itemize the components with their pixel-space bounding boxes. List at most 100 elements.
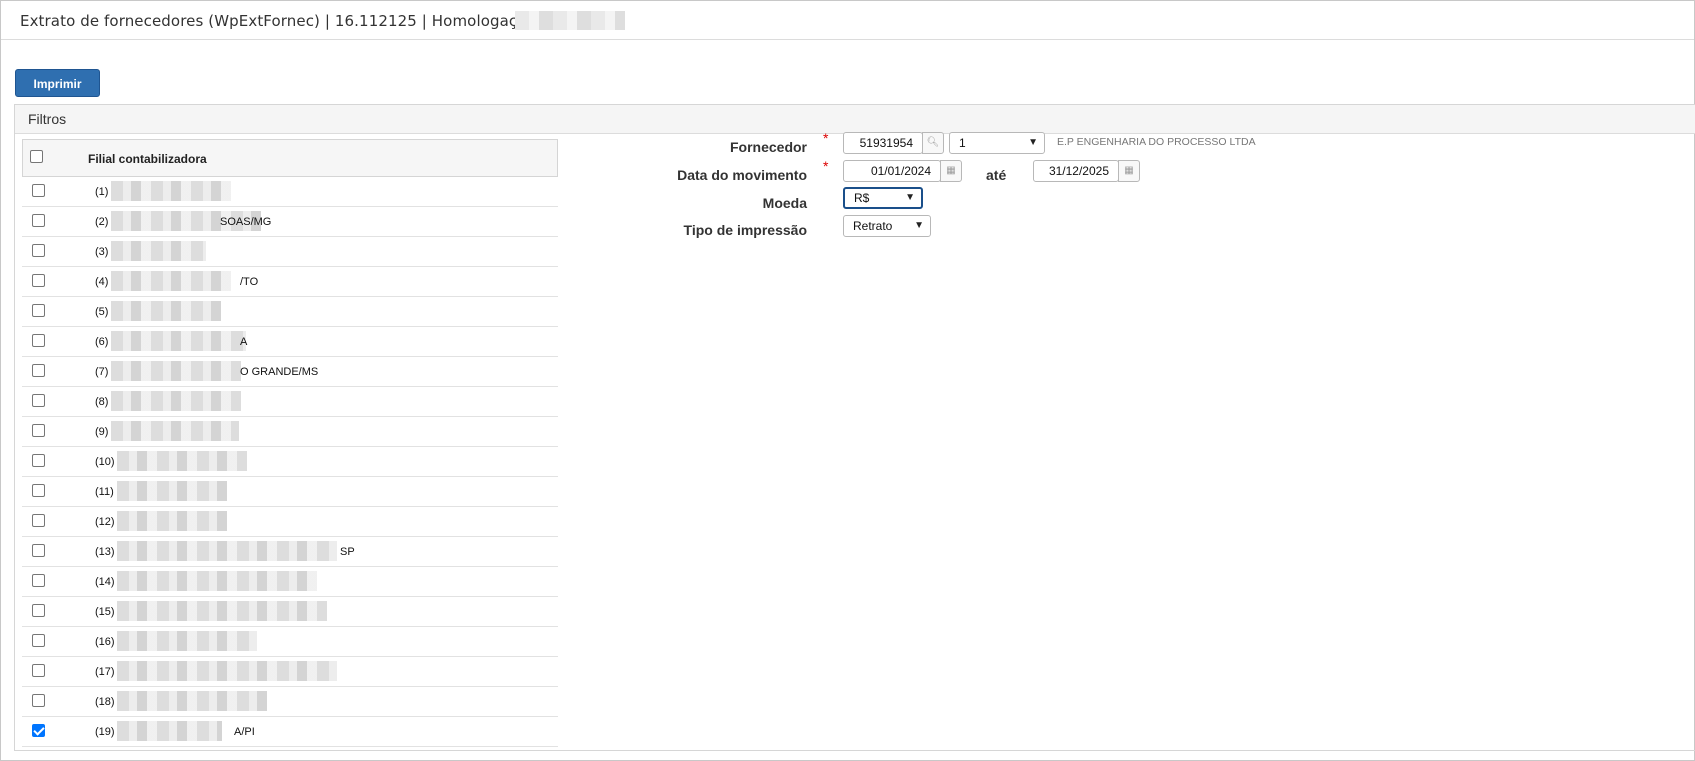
redacted-branch-name — [117, 571, 317, 591]
row-checkbox[interactable] — [32, 694, 45, 707]
grid-row[interactable]: (15) — [22, 597, 558, 627]
redacted-branch-name — [117, 541, 337, 561]
select-all-checkbox[interactable] — [30, 150, 43, 163]
redacted-branch-name — [111, 331, 246, 351]
row-number: (1) — [95, 186, 109, 198]
window-frame: Extrato de fornecedores (WpExtFornec) | … — [0, 0, 1695, 761]
print-button[interactable]: Imprimir — [15, 69, 100, 97]
row-number: (7) — [95, 366, 109, 378]
tipo-impressao-value: Retrato — [853, 219, 893, 233]
redacted-branch-name — [111, 421, 239, 441]
data-from-calendar-button[interactable]: ▦ — [940, 160, 962, 182]
redacted-branch-name — [117, 511, 227, 531]
redacted-branch-name — [111, 181, 231, 201]
row-number: (18) — [95, 696, 115, 708]
row-number: (16) — [95, 636, 115, 648]
redacted-branch-name — [117, 481, 227, 501]
row-number: (6) — [95, 336, 109, 348]
row-label-tail: A — [240, 336, 248, 348]
grid-row[interactable]: (8) — [22, 387, 558, 417]
grid-row[interactable]: (3) — [22, 237, 558, 267]
row-number: (13) — [95, 546, 115, 558]
row-number: (4) — [95, 276, 109, 288]
row-checkbox[interactable] — [32, 214, 45, 227]
grid-row[interactable]: (11) — [22, 477, 558, 507]
grid-row[interactable]: (6) A — [22, 327, 558, 357]
grid-row[interactable]: (17) — [22, 657, 558, 687]
grid-body: (1) (2) SOAS/MG (3) (4) /TO (5) (6) A (7) O GRANDE… — [22, 177, 558, 747]
redacted-environment — [515, 11, 625, 30]
row-checkbox[interactable] — [32, 634, 45, 647]
grid-row[interactable]: (18) — [22, 687, 558, 717]
row-number: (12) — [95, 516, 115, 528]
chevron-down-icon: ▼ — [1028, 137, 1038, 148]
moeda-label: Moeda — [762, 195, 807, 211]
grid-row[interactable]: (9) — [22, 417, 558, 447]
row-checkbox[interactable] — [32, 394, 45, 407]
data-movimento-label: Data do movimento — [677, 167, 807, 183]
grid-row[interactable]: (19) A/PI — [22, 717, 558, 747]
redacted-branch-name — [117, 721, 222, 741]
row-checkbox[interactable] — [32, 514, 45, 527]
row-checkbox[interactable] — [32, 604, 45, 617]
redacted-branch-name — [111, 241, 206, 261]
row-checkbox[interactable] — [32, 364, 45, 377]
redacted-branch-name — [111, 271, 231, 291]
grid-header: Filial contabilizadora — [22, 139, 558, 177]
redacted-branch-name — [117, 691, 267, 711]
row-number: (9) — [95, 426, 109, 438]
filters-panel: Filtros Filial contabilizadora (1) (2) SOA… — [14, 104, 1695, 751]
calendar-icon: ▦ — [1124, 165, 1134, 176]
grid-row[interactable]: (4) /TO — [22, 267, 558, 297]
grid-row[interactable]: (16) — [22, 627, 558, 657]
grid-row[interactable]: (13) SP — [22, 537, 558, 567]
row-number: (10) — [95, 456, 115, 468]
grid-row[interactable]: (12) — [22, 507, 558, 537]
tipo-impressao-label: Tipo de impressão — [683, 222, 807, 238]
fornecedor-search-button[interactable]: 🔍︎ — [922, 132, 944, 154]
grid-row[interactable]: (14) — [22, 567, 558, 597]
row-label-tail: SP — [340, 546, 355, 558]
row-checkbox[interactable] — [32, 424, 45, 437]
data-to-calendar-button[interactable]: ▦ — [1118, 160, 1140, 182]
row-checkbox[interactable] — [32, 664, 45, 677]
data-from-input[interactable]: 01/01/2024 — [843, 160, 941, 182]
redacted-branch-name — [117, 601, 327, 621]
redacted-branch-name — [111, 361, 241, 381]
row-checkbox[interactable] — [32, 304, 45, 317]
tipo-impressao-select[interactable]: Retrato ▼ — [843, 215, 931, 237]
chevron-down-icon: ▼ — [914, 220, 924, 231]
row-checkbox[interactable] — [32, 454, 45, 467]
grid-row[interactable]: (7) O GRANDE/MS — [22, 357, 558, 387]
row-checkbox[interactable] — [32, 724, 45, 737]
grid-row[interactable]: (2) SOAS/MG — [22, 207, 558, 237]
fornecedor-code-input[interactable]: 51931954 — [843, 132, 923, 154]
moeda-select[interactable]: R$ ▼ — [843, 187, 923, 209]
fornecedor-select[interactable]: 1 ▼ — [949, 132, 1045, 154]
moeda-select-value: R$ — [854, 191, 870, 205]
data-to-input[interactable]: 31/12/2025 — [1033, 160, 1119, 182]
row-checkbox[interactable] — [32, 544, 45, 557]
chevron-down-icon: ▼ — [905, 192, 915, 203]
grid-row[interactable]: (5) — [22, 297, 558, 327]
row-checkbox[interactable] — [32, 484, 45, 497]
redacted-branch-name — [111, 391, 241, 411]
row-checkbox[interactable] — [32, 244, 45, 257]
fornecedor-required-mark: * — [823, 130, 829, 146]
row-number: (15) — [95, 606, 115, 618]
row-number: (8) — [95, 396, 109, 408]
branch-grid: Filial contabilizadora (1) (2) SOAS/MG (3) (… — [22, 139, 558, 747]
grid-row[interactable]: (10) — [22, 447, 558, 477]
fornecedor-select-value: 1 — [959, 136, 966, 150]
row-checkbox[interactable] — [32, 334, 45, 347]
row-checkbox[interactable] — [32, 574, 45, 587]
row-checkbox[interactable] — [32, 184, 45, 197]
row-number: (19) — [95, 726, 115, 738]
fornecedor-name: E.P ENGENHARIA DO PROCESSO LTDA — [1057, 136, 1256, 148]
filters-header: Filtros — [15, 105, 1695, 134]
row-label-tail: /TO — [240, 276, 259, 288]
row-number: (5) — [95, 306, 109, 318]
row-checkbox[interactable] — [32, 274, 45, 287]
grid-row[interactable]: (1) — [22, 177, 558, 207]
redacted-branch-name — [117, 631, 257, 651]
